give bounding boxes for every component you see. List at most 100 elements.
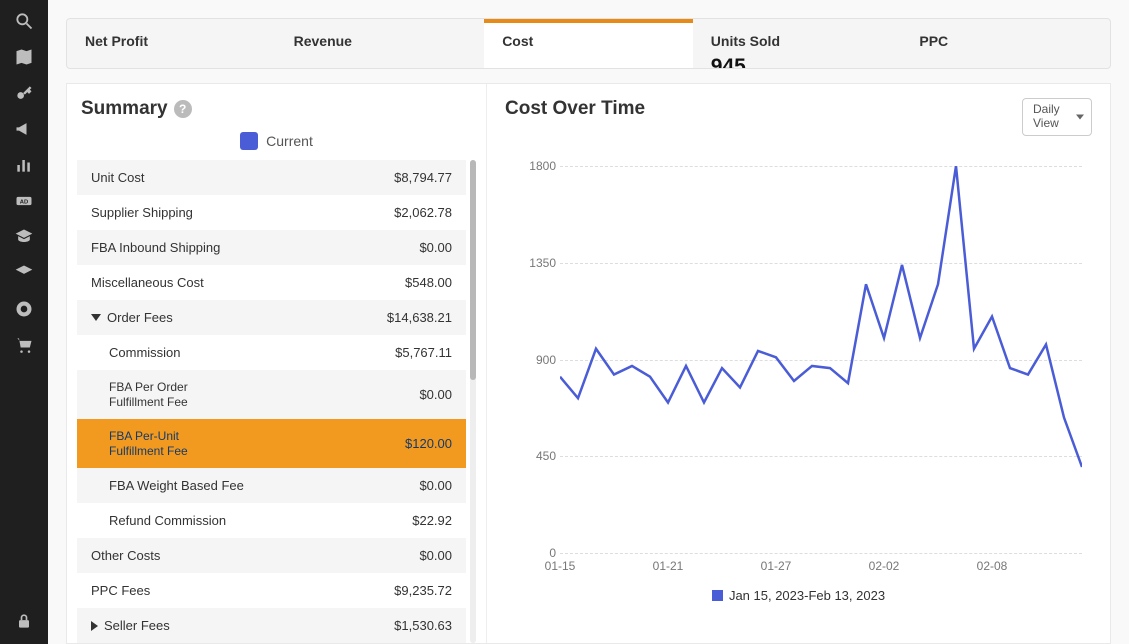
table-row[interactable]: Seller Fees $1,530.63 <box>77 608 466 643</box>
grad-cap2-icon[interactable] <box>13 262 35 284</box>
x-tick-label: 02-02 <box>869 559 900 573</box>
grid-line <box>560 553 1082 554</box>
y-tick-label: 900 <box>518 353 556 367</box>
kpi-value: 945 <box>711 55 884 69</box>
row-label: FBA Per OrderFulfillment Fee <box>91 380 188 409</box>
row-label: Other Costs <box>91 548 160 563</box>
view-select[interactable]: Daily View <box>1022 98 1092 136</box>
chart-area: 04509001350180001-1501-2101-2702-0202-08… <box>505 146 1092 643</box>
key-icon[interactable] <box>13 82 35 104</box>
row-label: Commission <box>91 345 181 360</box>
table-row[interactable]: Miscellaneous Cost $548.00 <box>77 265 466 300</box>
row-label: Order Fees <box>91 310 173 325</box>
row-value: $9,235.72 <box>394 583 452 598</box>
legend-swatch <box>240 132 258 150</box>
kpi-revenue[interactable]: Revenue$28,541 <box>276 19 485 68</box>
chart-header: Cost Over Time Daily View <box>505 98 1092 136</box>
donut-icon[interactable] <box>13 298 35 320</box>
ad-icon[interactable]: AD <box>13 190 35 212</box>
x-tick-label: 02-08 <box>977 559 1008 573</box>
bars-icon[interactable] <box>13 154 35 176</box>
row-label: Seller Fees <box>91 618 170 633</box>
main-content: Net Profit$691Revenue$28,541Cost$27,751U… <box>48 0 1129 644</box>
row-label: PPC Fees <box>91 583 150 598</box>
row-value: $0.00 <box>419 240 452 255</box>
y-tick-label: 450 <box>518 449 556 463</box>
row-value: $8,794.77 <box>394 170 452 185</box>
grad-cap-icon[interactable] <box>13 226 35 248</box>
summary-scrollbar[interactable] <box>470 160 476 643</box>
y-tick-label: 1350 <box>518 256 556 270</box>
chart-legend-text: Jan 15, 2023-Feb 13, 2023 <box>729 588 885 603</box>
chart-series-legend: Jan 15, 2023-Feb 13, 2023 <box>505 588 1092 603</box>
row-label: FBA Weight Based Fee <box>91 478 244 493</box>
row-label: Unit Cost <box>91 170 144 185</box>
row-value: $14,638.21 <box>387 310 452 325</box>
table-row[interactable]: PPC Fees $9,235.72 <box>77 573 466 608</box>
content-row: Summary ? Current Unit Cost $8,794.77 Supp… <box>66 83 1111 644</box>
kpi-label: PPC <box>919 33 1092 49</box>
search-icon[interactable] <box>13 10 35 32</box>
view-select-label: Daily View <box>1033 102 1060 130</box>
row-label: Miscellaneous Cost <box>91 275 204 290</box>
summary-title: Summary <box>81 98 168 120</box>
x-tick-label: 01-15 <box>545 559 576 573</box>
summary-legend: Current <box>77 128 476 160</box>
kpi-label: Net Profit <box>85 33 258 49</box>
row-label: Supplier Shipping <box>91 205 193 220</box>
kpi-label: Units Sold <box>711 33 884 49</box>
table-row[interactable]: Other Costs $0.00 <box>77 538 466 573</box>
map-icon[interactable] <box>13 46 35 68</box>
legend-swatch-icon <box>712 590 723 601</box>
lock-icon[interactable] <box>13 610 35 632</box>
chart-plot: 04509001350180001-1501-2101-2702-0202-08 <box>560 166 1082 553</box>
row-value: $0.00 <box>419 387 452 402</box>
summary-title-row: Summary ? <box>77 98 476 128</box>
kpi-net-profit[interactable]: Net Profit$691 <box>67 19 276 68</box>
row-label: Refund Commission <box>91 513 226 528</box>
chart-title: Cost Over Time <box>505 98 645 120</box>
row-value: $2,062.78 <box>394 205 452 220</box>
nav-sidebar: AD <box>0 0 48 644</box>
kpi-label: Cost <box>502 33 675 49</box>
caret-right-icon[interactable] <box>91 621 98 631</box>
row-value: $0.00 <box>419 478 452 493</box>
svg-text:AD: AD <box>20 200 28 206</box>
table-row[interactable]: FBA Per OrderFulfillment Fee $0.00 <box>77 370 466 419</box>
kpi-units-sold[interactable]: Units Sold 945 <box>693 19 902 68</box>
kpi-cost[interactable]: Cost$27,751 <box>484 19 693 68</box>
y-tick-label: 1800 <box>518 159 556 173</box>
legend-label: Current <box>266 133 313 149</box>
y-tick-label: 0 <box>518 546 556 560</box>
row-value: $1,530.63 <box>394 618 452 633</box>
row-value: $22.92 <box>412 513 452 528</box>
table-row[interactable]: Order Fees $14,638.21 <box>77 300 466 335</box>
x-tick-label: 01-21 <box>653 559 684 573</box>
row-value: $0.00 <box>419 548 452 563</box>
table-row[interactable]: FBA Inbound Shipping $0.00 <box>77 230 466 265</box>
row-value: $548.00 <box>405 275 452 290</box>
caret-down-icon[interactable] <box>91 314 101 321</box>
x-tick-label: 01-27 <box>761 559 792 573</box>
table-row[interactable]: FBA Weight Based Fee $0.00 <box>77 468 466 503</box>
scrollbar-thumb[interactable] <box>470 160 476 380</box>
row-value: $5,767.11 <box>395 345 452 360</box>
row-label: FBA Inbound Shipping <box>91 240 220 255</box>
table-row[interactable]: FBA Per-UnitFulfillment Fee $120.00 <box>77 419 466 468</box>
table-row[interactable]: Refund Commission $22.92 <box>77 503 466 538</box>
chart-line <box>560 166 1082 553</box>
row-value: $120.00 <box>405 436 452 451</box>
megaphone-icon[interactable] <box>13 118 35 140</box>
help-icon[interactable]: ? <box>174 100 192 118</box>
table-row[interactable]: Supplier Shipping $2,062.78 <box>77 195 466 230</box>
table-row[interactable]: Unit Cost $8,794.77 <box>77 160 466 195</box>
table-row[interactable]: Commission $5,767.11 <box>77 335 466 370</box>
row-label: FBA Per-UnitFulfillment Fee <box>91 429 188 458</box>
summary-panel: Summary ? Current Unit Cost $8,794.77 Supp… <box>67 84 487 643</box>
chart-panel: Cost Over Time Daily View 04509001350180… <box>487 84 1110 643</box>
kpi-ppc[interactable]: PPC$6,350 <box>901 19 1110 68</box>
kpi-bar: Net Profit$691Revenue$28,541Cost$27,751U… <box>66 18 1111 69</box>
cart-icon[interactable] <box>13 334 35 356</box>
summary-table: Unit Cost $8,794.77 Supplier Shipping $2,06… <box>77 160 476 643</box>
kpi-label: Revenue <box>294 33 467 49</box>
